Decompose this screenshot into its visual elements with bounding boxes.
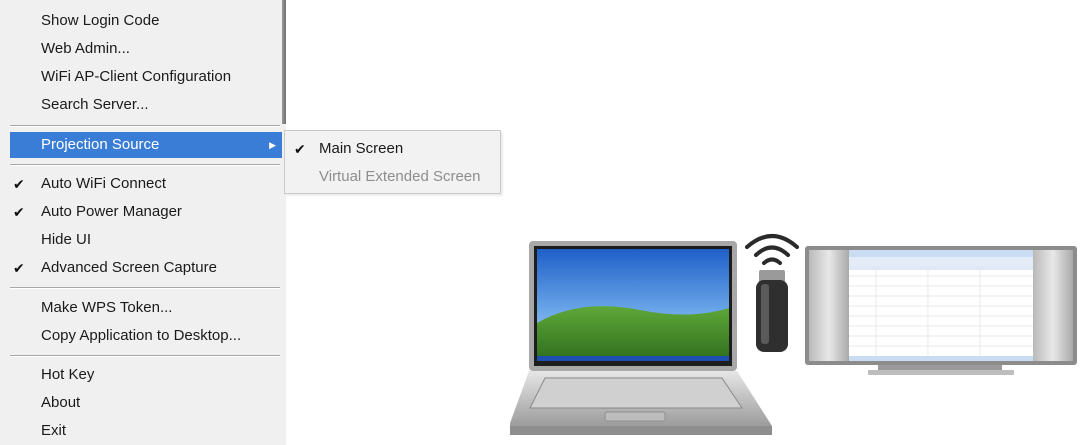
menu-item-show-login-code[interactable]: Show Login Code [0, 8, 282, 34]
checkmark-icon: ✔ [294, 141, 306, 157]
menu-item-label: Auto Power Manager [41, 203, 182, 220]
menu-edge [282, 0, 286, 124]
menu-item-hide-ui[interactable]: Hide UI [0, 227, 282, 253]
menu-item-hot-key[interactable]: Hot Key [0, 362, 282, 388]
menu-separator [10, 125, 280, 127]
menu-item-label: Exit [41, 422, 67, 439]
menu-item-label: Auto WiFi Connect [41, 175, 167, 192]
projection-source-submenu: ✔ Main Screen Virtual Extended Screen [284, 130, 501, 194]
submenu-item-label: Main Screen [319, 140, 404, 157]
checkmark-icon: ✔ [13, 260, 25, 276]
menu-item-label: Projection Source [41, 136, 160, 153]
menu-item-label: About [41, 394, 81, 411]
submenu-arrow-icon: ▶ [269, 140, 276, 150]
menu-item-copy-application-to-desktop[interactable]: Copy Application to Desktop... [0, 323, 282, 349]
menu-item-label: Hide UI [41, 231, 92, 248]
menu-item-auto-power-manager[interactable]: ✔ Auto Power Manager [0, 199, 282, 225]
menu-item-label: Hot Key [41, 366, 95, 383]
wifi-signal-icon [745, 234, 799, 265]
menu-item-about[interactable]: About [0, 390, 282, 416]
checkmark-icon: ✔ [13, 176, 25, 192]
menu-item-label: Show Login Code [41, 12, 160, 29]
menu-item-label: WiFi AP-Client Configuration [41, 68, 232, 85]
wireless-dongle-icon [756, 270, 788, 352]
checkmark-icon: ✔ [13, 204, 25, 220]
menu-item-web-admin[interactable]: Web Admin... [0, 36, 282, 62]
menu-item-auto-wifi-connect[interactable]: ✔ Auto WiFi Connect [0, 171, 282, 197]
menu-item-label: Web Admin... [41, 40, 130, 57]
menu-item-label: Advanced Screen Capture [41, 259, 217, 276]
menu-separator [10, 287, 280, 289]
menu-item-search-server[interactable]: Search Server... [0, 92, 282, 118]
menu-item-label: Search Server... [41, 96, 149, 113]
projection-illustration [510, 234, 1077, 435]
menu-separator [10, 164, 280, 166]
menu-item-exit[interactable]: Exit [0, 418, 282, 444]
context-menu: Show Login Code Web Admin... WiFi AP-Cli… [0, 0, 286, 445]
menu-item-make-wps-token[interactable]: Make WPS Token... [0, 295, 282, 321]
submenu-item-label: Virtual Extended Screen [319, 168, 481, 185]
menu-item-projection-source[interactable]: Projection Source ▶ [10, 132, 282, 158]
menu-item-label: Make WPS Token... [41, 299, 173, 316]
submenu-item-main-screen[interactable]: ✔ Main Screen [285, 135, 500, 163]
menu-item-label: Copy Application to Desktop... [41, 327, 242, 344]
menu-item-wifi-ap-client-configuration[interactable]: WiFi AP-Client Configuration [0, 64, 282, 90]
projection-screen-icon [805, 246, 1077, 375]
submenu-item-virtual-extended-screen[interactable]: Virtual Extended Screen [285, 163, 500, 191]
menu-item-advanced-screen-capture[interactable]: ✔ Advanced Screen Capture [0, 255, 282, 281]
laptop-icon [510, 241, 772, 435]
menu-separator [10, 355, 280, 357]
